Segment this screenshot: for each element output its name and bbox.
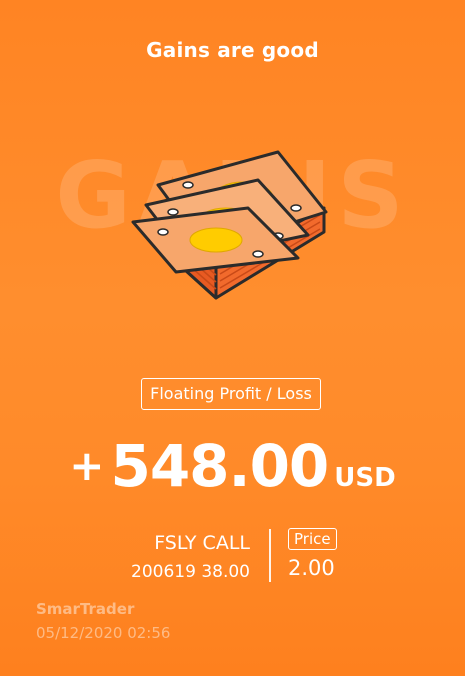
profit-amount: 548.00: [110, 432, 329, 500]
vertical-divider: [269, 529, 271, 582]
brand-name: SmarTrader: [36, 600, 135, 618]
contract-detail: 200619 38.00: [131, 562, 250, 582]
price-label: Price: [288, 528, 337, 550]
profit-currency: USD: [334, 463, 396, 493]
price-value: 2.00: [288, 556, 335, 580]
money-stack-icon: [131, 150, 328, 300]
profit-amount-row: +548.00 USD: [0, 432, 465, 500]
page-title: Gains are good: [146, 38, 319, 62]
contract-info: FSLY CALL 200619 38.00: [131, 531, 250, 584]
profit-sign: +: [69, 441, 105, 490]
floating-pl-badge: Floating Profit / Loss: [141, 378, 321, 410]
price-info: Price 2.00: [288, 528, 337, 581]
gains-share-card: Gains are good GAINS: [0, 0, 465, 676]
timestamp: 05/12/2020 02:56: [36, 624, 171, 642]
contract-name: FSLY CALL: [154, 532, 250, 554]
